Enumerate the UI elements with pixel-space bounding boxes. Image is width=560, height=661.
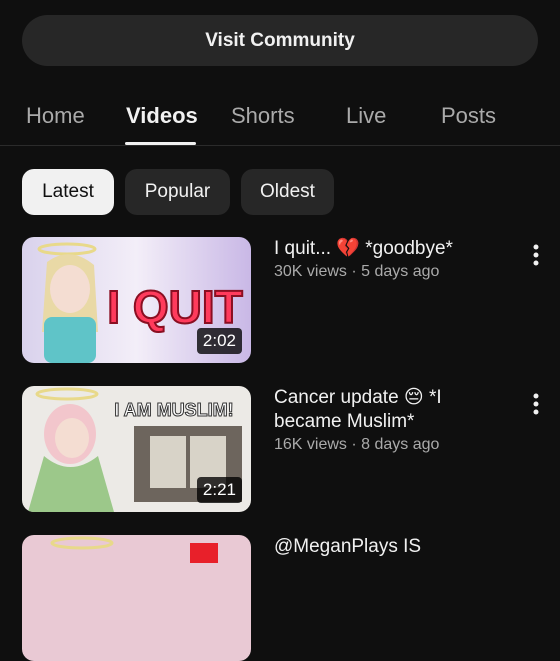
- video-thumbnail[interactable]: I AM MUSLIM! 2:21: [22, 386, 251, 512]
- more-options-icon[interactable]: [526, 390, 546, 418]
- tab-live[interactable]: Live: [346, 88, 386, 144]
- duration-badge: 2:21: [196, 477, 242, 503]
- tab-videos[interactable]: Videos: [126, 88, 198, 144]
- tabs-divider: [0, 145, 560, 146]
- video-title[interactable]: I quit... 💔 *goodbye*: [274, 237, 504, 261]
- tab-posts[interactable]: Posts: [441, 88, 496, 144]
- duration-badge: 2:02: [196, 328, 242, 354]
- video-thumbnail[interactable]: [22, 535, 251, 661]
- channel-tabs: Home Videos Shorts Live Posts: [0, 88, 560, 144]
- thumbnail-title-text: I QUIT: [107, 281, 242, 333]
- tab-home[interactable]: Home: [26, 88, 85, 144]
- visit-community-button[interactable]: Visit Community: [22, 15, 538, 66]
- filter-chip-oldest[interactable]: Oldest: [241, 169, 334, 215]
- video-meta: 16K views · 8 days ago: [274, 436, 440, 453]
- video-meta: 30K views · 5 days ago: [274, 263, 440, 280]
- filter-chip-popular[interactable]: Popular: [125, 169, 230, 215]
- thumbnail-title-text: I AM MUSLIM!: [114, 400, 233, 420]
- more-options-icon[interactable]: [526, 241, 546, 269]
- video-title[interactable]: Cancer update 😔 *I became Muslim*: [274, 386, 504, 434]
- tab-shorts[interactable]: Shorts: [231, 88, 295, 144]
- thumbnail-image: [22, 535, 251, 661]
- video-title[interactable]: @MeganPlays IS: [274, 535, 504, 559]
- video-thumbnail[interactable]: I QUIT 2:02: [22, 237, 251, 363]
- filter-chip-latest[interactable]: Latest: [22, 169, 114, 215]
